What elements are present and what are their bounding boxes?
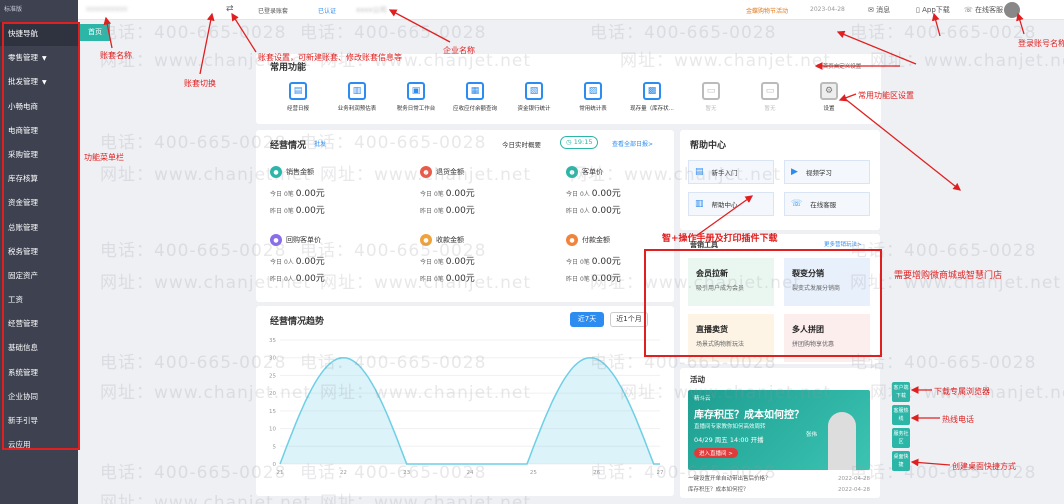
annotation-arrows: [103, 9, 1025, 467]
